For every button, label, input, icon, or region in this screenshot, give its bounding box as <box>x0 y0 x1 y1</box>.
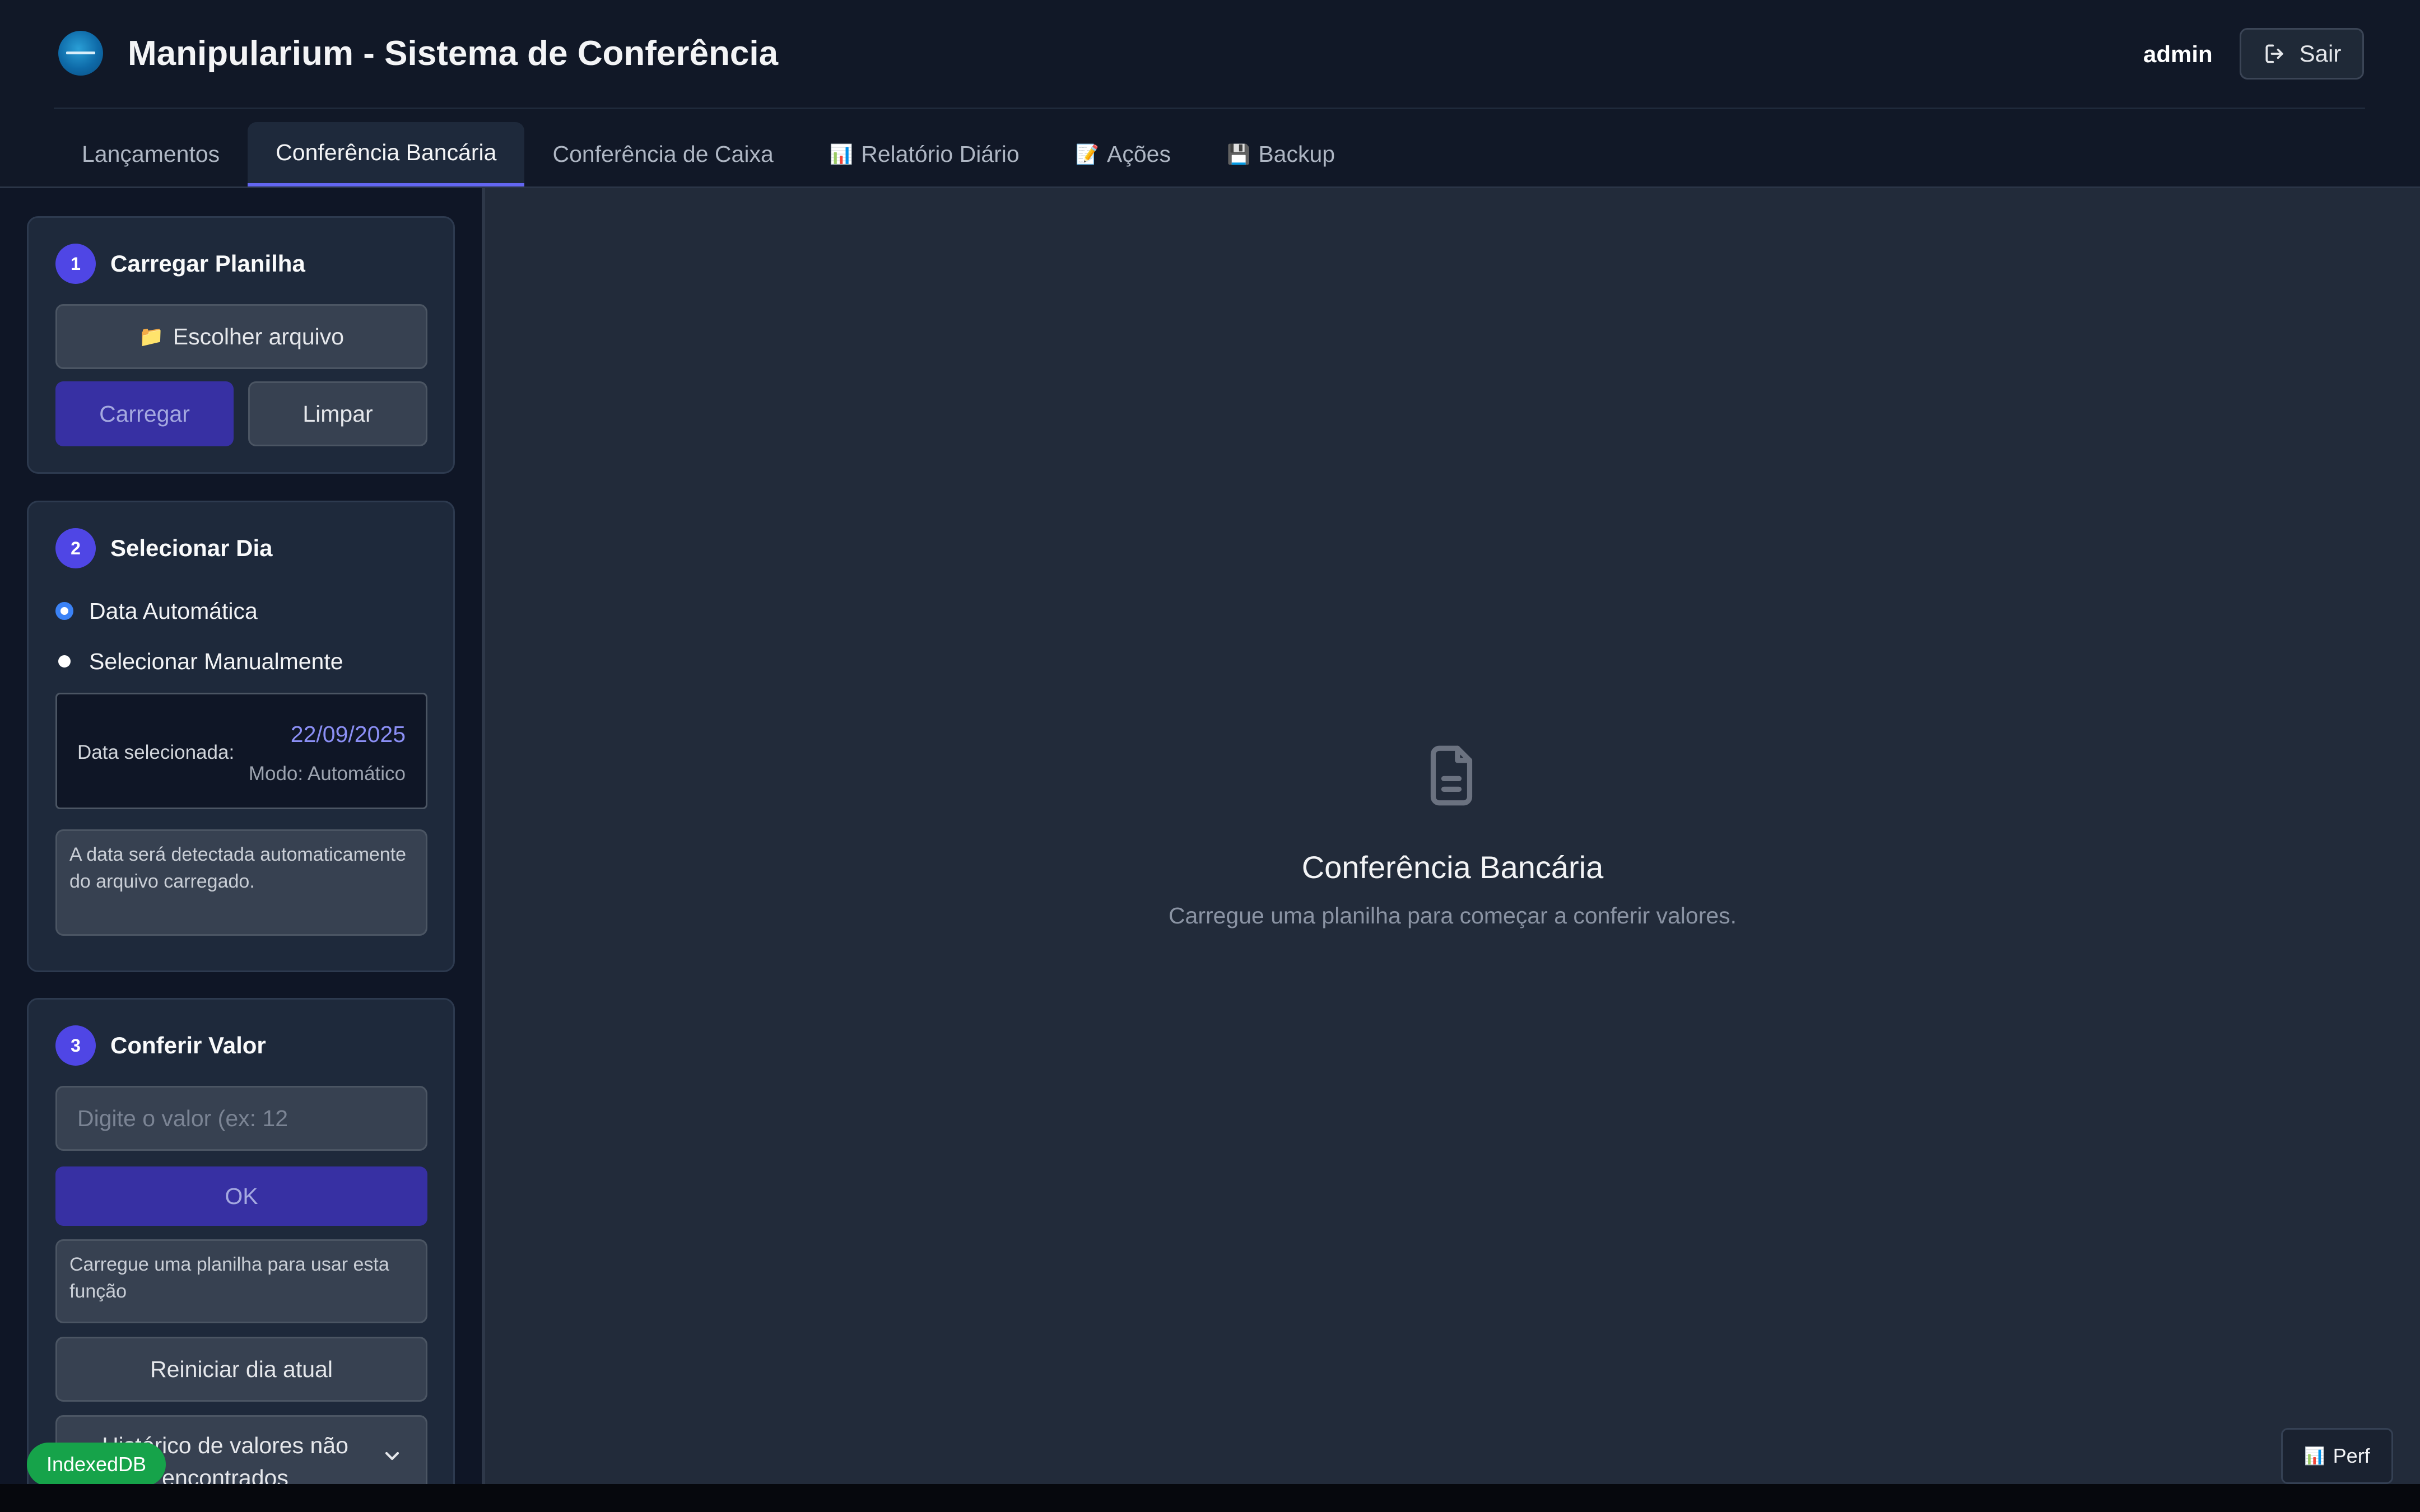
radio-button-checked[interactable] <box>55 602 73 620</box>
logout-icon <box>2265 44 2283 63</box>
step-number-badge: 3 <box>55 1025 96 1066</box>
card-title: Selecionar Dia <box>110 535 273 561</box>
tab-label: Ações <box>1107 141 1171 167</box>
ok-button[interactable]: OK <box>55 1166 427 1226</box>
tab-label: Conferência de Caixa <box>552 141 774 167</box>
value-input[interactable] <box>55 1086 427 1151</box>
tab-label: Lançamentos <box>82 141 220 167</box>
app-logo <box>58 31 103 76</box>
choose-file-label: Escolher arquivo <box>173 323 345 349</box>
logout-button[interactable]: Sair <box>2240 28 2364 80</box>
sidebar: 1 Carregar Planilha 📁 Escolher arquivo C… <box>0 188 482 1484</box>
card-header: 3 Conferir Valor <box>55 1025 266 1066</box>
tab-backup[interactable]: 💾 Backup <box>1199 122 1363 186</box>
logout-label: Sair <box>2299 40 2342 67</box>
check-info-box: Carregue uma planilha para usar esta fun… <box>55 1239 427 1323</box>
card-header: 1 Carregar Planilha <box>55 244 305 284</box>
empty-state-subtitle: Carregue uma planilha para começar a con… <box>1168 903 1737 928</box>
selected-date-value: 22/09/2025 <box>290 721 406 747</box>
card-title: Conferir Valor <box>110 1032 266 1058</box>
app-title: Manipularium - Sistema de Conferência <box>128 34 779 73</box>
radio-automatic-date[interactable]: Data Automática <box>55 595 258 627</box>
tab-lancamentos[interactable]: Lançamentos <box>54 122 248 186</box>
header-divider <box>54 108 2365 109</box>
storage-status-badge: IndexedDB <box>27 1443 166 1486</box>
choose-file-button[interactable]: 📁 Escolher arquivo <box>55 304 427 369</box>
card-header: 2 Selecionar Dia <box>55 528 272 568</box>
tab-bar: Lançamentos Conferência Bancária Conferê… <box>54 122 1363 186</box>
tab-label: Conferência Bancária <box>276 139 497 165</box>
bar-chart-icon: 📊 <box>2304 1446 2325 1466</box>
bottom-strip <box>0 1484 2420 1512</box>
app-header: Manipularium - Sistema de Conferência ad… <box>0 0 2420 188</box>
date-info-box: A data será detectada automaticamente do… <box>55 829 427 936</box>
load-spreadsheet-card: 1 Carregar Planilha 📁 Escolher arquivo C… <box>27 216 455 474</box>
bar-chart-icon: 📊 <box>829 143 854 166</box>
floppy-disk-icon: 💾 <box>1226 143 1251 166</box>
perf-label: Perf <box>2333 1444 2370 1467</box>
user-name: admin <box>2143 41 2213 67</box>
empty-state-title: Conferência Bancária <box>1301 850 1604 885</box>
perf-button[interactable]: 📊 Perf <box>2281 1428 2393 1484</box>
tab-relatorio-diario[interactable]: 📊 Relatório Diário <box>802 122 1048 186</box>
chevron-down-icon <box>385 1452 399 1460</box>
radio-button-unchecked[interactable] <box>55 652 73 670</box>
check-value-card: 3 Conferir Valor OK Carregue uma planilh… <box>27 998 455 1484</box>
radio-label: Data Automática <box>89 598 258 624</box>
selected-date-label: Data selecionada: <box>77 741 235 763</box>
memo-icon: 📝 <box>1075 143 1100 166</box>
card-title: Carregar Planilha <box>110 250 305 277</box>
step-number-badge: 1 <box>55 244 96 284</box>
tab-conferencia-bancaria[interactable]: Conferência Bancária <box>248 122 525 186</box>
document-icon <box>1430 745 1473 806</box>
step-number-badge: 2 <box>55 528 96 568</box>
main-content: Conferência Bancária Carregue uma planil… <box>482 188 2420 1484</box>
select-day-card: 2 Selecionar Dia Data Automática Selecio… <box>27 501 455 972</box>
tab-acoes[interactable]: 📝 Ações <box>1048 122 1199 186</box>
folder-icon: 📁 <box>138 325 164 348</box>
tab-label: Backup <box>1258 141 1335 167</box>
tab-conferencia-caixa[interactable]: Conferência de Caixa <box>524 122 801 186</box>
radio-label: Selecionar Manualmente <box>89 648 343 674</box>
selected-date-box: Data selecionada: 22/09/2025 Modo: Autom… <box>55 693 427 809</box>
radio-manual-date[interactable]: Selecionar Manualmente <box>55 646 343 677</box>
tab-label: Relatório Diário <box>861 141 1020 167</box>
load-button[interactable]: Carregar <box>55 381 234 446</box>
clear-button[interactable]: Limpar <box>248 381 427 446</box>
restart-day-button[interactable]: Reiniciar dia atual <box>55 1337 427 1402</box>
date-mode-text: Modo: Automático <box>248 763 406 785</box>
